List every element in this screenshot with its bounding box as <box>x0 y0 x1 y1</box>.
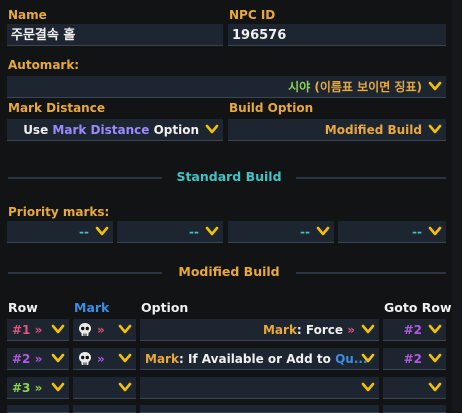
priority-slot-3[interactable]: -- <box>228 221 334 243</box>
chevron-down-icon <box>428 351 442 365</box>
build-option-label: Build Option <box>229 101 314 115</box>
option-value: Mark: Force » <box>262 323 355 337</box>
mark-arrow: » <box>97 352 105 366</box>
mark-distance-dropdown[interactable]: Use Mark Distance Option <box>7 119 223 141</box>
column-header-option: Option <box>141 300 189 315</box>
option-value: Mark: If Available or Add to Qu... <box>145 352 368 366</box>
mark-arrow: » <box>97 323 105 337</box>
row-number-dropdown[interactable]: #1 » <box>7 319 69 341</box>
chevron-down-icon <box>51 351 65 365</box>
priority-slot-value: -- <box>189 225 199 239</box>
automark-dropdown[interactable]: 시야 (이름표 보이면 징표) <box>7 76 446 98</box>
column-header-goto: Goto Row <box>384 300 452 315</box>
priority-slot-4[interactable]: -- <box>338 221 446 243</box>
option-dropdown[interactable] <box>140 377 379 399</box>
chevron-down-icon <box>428 322 442 336</box>
section-divider-left <box>8 177 162 179</box>
name-label: Name <box>8 8 47 22</box>
chevron-down-icon <box>118 380 132 394</box>
mark-dropdown[interactable]: » <box>73 348 136 370</box>
row-label: #3 » <box>12 381 43 395</box>
skull-icon <box>77 322 93 338</box>
option-dropdown[interactable]: Mark: Force » <box>140 319 379 341</box>
build-option-dropdown[interactable]: Modified Build <box>228 119 446 141</box>
priority-slot-value: -- <box>412 225 422 239</box>
mark-dropdown[interactable] <box>73 377 136 399</box>
chevron-down-icon <box>118 351 132 365</box>
chevron-down-icon <box>428 79 442 93</box>
goto-row-dropdown[interactable] <box>383 377 446 399</box>
chevron-down-icon <box>428 380 442 394</box>
row-label: #1 » <box>12 323 43 337</box>
chevron-down-icon <box>361 351 375 365</box>
chevron-down-icon <box>428 224 442 238</box>
priority-marks-label: Priority marks: <box>8 205 110 219</box>
chevron-down-icon <box>205 224 219 238</box>
modified-build-heading: Modified Build <box>178 264 280 279</box>
automark-label: Automark: <box>8 58 80 72</box>
automark-value: 시야 (이름표 보이면 징표) <box>288 80 422 94</box>
chevron-down-icon <box>51 380 65 394</box>
section-divider-right <box>296 272 446 274</box>
chevron-down-icon <box>51 322 65 336</box>
option-dropdown[interactable]: Mark: If Available or Add to Qu... <box>140 348 379 370</box>
priority-slot-value: -- <box>79 225 89 239</box>
mark-dropdown[interactable]: » <box>73 319 136 341</box>
goto-value: #2 <box>403 323 422 337</box>
priority-slot-1[interactable]: -- <box>7 221 113 243</box>
name-value: 주문결속 홀 <box>11 28 76 43</box>
chevron-down-icon <box>316 224 330 238</box>
npc-id-value: 196576 <box>232 28 287 43</box>
name-field[interactable]: 주문결속 홀 <box>7 24 223 46</box>
chevron-down-icon <box>205 122 219 136</box>
chevron-down-icon <box>95 224 109 238</box>
scrollbar-track[interactable] <box>452 0 462 412</box>
column-header-row: Row <box>8 300 38 315</box>
section-divider-right <box>296 177 446 179</box>
row-number-dropdown[interactable]: #2 » <box>7 348 69 370</box>
goto-row-dropdown[interactable]: #2 <box>383 319 446 341</box>
priority-slot-2[interactable]: -- <box>117 221 223 243</box>
chevron-down-icon <box>361 380 375 394</box>
priority-slot-value: -- <box>300 225 310 239</box>
row-label: #2 » <box>12 352 43 366</box>
goto-value: #2 <box>403 352 422 366</box>
mark-distance-value: Use Mark Distance Option <box>23 123 199 137</box>
row-number-dropdown[interactable]: #3 » <box>7 377 69 399</box>
build-option-value: Modified Build <box>324 123 422 137</box>
column-header-mark: Mark <box>74 300 110 315</box>
goto-row-dropdown[interactable]: #2 <box>383 348 446 370</box>
standard-build-heading: Standard Build <box>176 169 282 184</box>
chevron-down-icon <box>118 322 132 336</box>
npc-id-field[interactable]: 196576 <box>228 24 446 46</box>
section-divider-left <box>8 272 162 274</box>
chevron-down-icon <box>361 322 375 336</box>
skull-icon <box>77 351 93 367</box>
chevron-down-icon <box>428 122 442 136</box>
mark-distance-label: Mark Distance <box>8 101 105 115</box>
npc-id-label: NPC ID <box>229 8 276 22</box>
